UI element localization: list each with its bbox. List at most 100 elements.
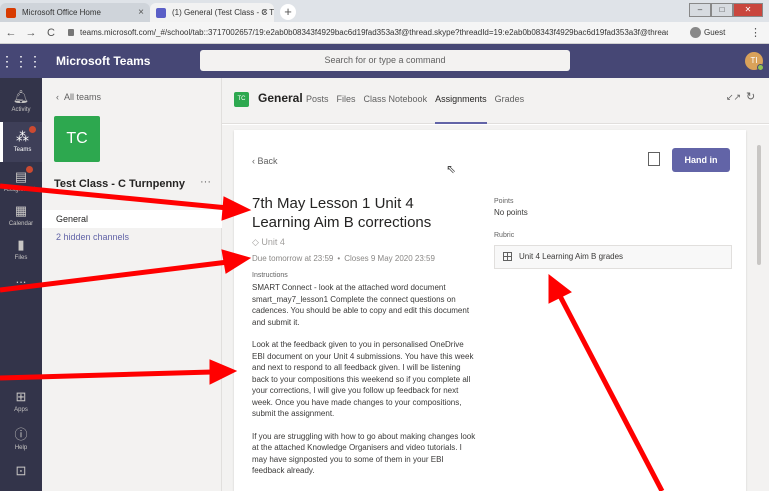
apps-icon: ⊞ (15, 389, 27, 404)
refresh-icon[interactable]: ↻ (746, 90, 755, 103)
hand-in-button[interactable]: Hand in (672, 148, 730, 172)
lock-icon (68, 29, 74, 36)
rail-item-label: Apps (14, 407, 28, 413)
profile-avatar-icon (690, 27, 701, 39)
rail-item-label: Assignments (3, 187, 39, 193)
mouse-cursor-icon: ⇖ (446, 162, 457, 176)
back-label: Back (257, 156, 278, 166)
back-arrow-icon[interactable]: ← (4, 25, 18, 41)
calendar-icon: ▦ (14, 203, 28, 218)
hidden-channels-link[interactable]: 2 hidden channels (42, 228, 222, 246)
team-more-options-icon[interactable]: ··· (200, 176, 211, 188)
due-date: Due tomorrow at 23:59 (252, 254, 334, 263)
all-teams-label: All teams (64, 92, 102, 102)
files-icon: ▮ (17, 237, 25, 252)
bell-icon: 🔔︎ (12, 89, 30, 104)
command-search-input[interactable]: Search for or type a command (200, 50, 570, 71)
instructions-paragraph: If you are struggling with how to go abo… (252, 431, 476, 476)
forward-arrow-icon[interactable]: → (24, 25, 38, 41)
chevron-left-icon: ‹ (56, 92, 64, 102)
url-text: teams.microsoft.com/_#/school/tab::37170… (80, 28, 668, 37)
rubric-link[interactable]: Unit 4 Learning Aim B grades (494, 245, 732, 269)
app-title: Microsoft Teams (56, 54, 151, 68)
browser-tab-office[interactable]: Microsoft Office Home × (0, 3, 150, 22)
rail-item-label: Files (14, 255, 28, 261)
profile-button[interactable]: Guest (690, 25, 725, 41)
teams-header: ⋮⋮⋮ Microsoft Teams Search for or type a… (0, 44, 769, 78)
browser-tabstrip: Microsoft Office Home × (1) General (Tes… (0, 0, 769, 22)
browser-tab-title: Microsoft Office Home (22, 8, 101, 17)
team-name: Test Class - C Turnpenny (54, 178, 186, 190)
notification-badge (29, 126, 36, 133)
user-initials: TI (750, 56, 758, 65)
points-label: Points (494, 198, 514, 205)
assignment-card: ‹ Back ⇖ Hand in 7th May Lesson 1 Unit 4… (234, 130, 746, 491)
maximize-button[interactable]: □ (711, 3, 733, 17)
rail-item-label: Teams (13, 147, 32, 153)
rail-item-apps[interactable]: ⊞ Apps (0, 382, 42, 422)
assignment-pane: ‹ Back ⇖ Hand in 7th May Lesson 1 Unit 4… (222, 125, 769, 491)
all-teams-link[interactable]: ‹ All teams (56, 92, 101, 102)
instructions-paragraph: Look at the feedback given to you in per… (252, 340, 474, 418)
channel-tabs: Posts Files Class Notebook Assignments G… (306, 94, 532, 124)
profile-label: Guest (704, 28, 726, 37)
browser-tab-title: (1) General (Test Class - C Turnp... (172, 8, 274, 17)
app-rail: 🔔︎ Activity ⁂ Teams ▤ Assignments ▦ Cale… (0, 78, 42, 491)
immersive-reader-icon[interactable] (648, 152, 660, 166)
scrollbar[interactable] (757, 145, 761, 265)
more-icon: ... (15, 271, 27, 286)
new-tab-button[interactable]: + (280, 4, 296, 20)
rail-item-teams[interactable]: ⁂ Teams (0, 122, 42, 162)
instructions-body: SMART Connect - look at the attached wor… (252, 282, 477, 488)
close-tab-icon[interactable]: × (262, 3, 268, 22)
waffle-icon[interactable]: ⋮⋮⋮ (0, 44, 42, 78)
team-avatar: TC (54, 116, 100, 162)
rail-item-help[interactable]: ⓘ Help (0, 420, 42, 460)
presence-status-icon (757, 64, 764, 71)
close-date: Closes 9 May 2020 23:59 (344, 254, 435, 263)
user-avatar[interactable]: TI (745, 52, 764, 71)
channel-header: TC General Posts Files Class Notebook As… (222, 78, 769, 124)
rail-item-more[interactable]: ... (0, 264, 42, 304)
browser-tab-teams[interactable]: (1) General (Test Class - C Turnp... × (150, 3, 274, 22)
rail-item-activity[interactable]: 🔔︎ Activity (0, 82, 42, 122)
url-field[interactable]: teams.microsoft.com/_#/school/tab::37170… (68, 25, 668, 41)
close-window-button[interactable]: ✕ (733, 3, 763, 17)
rubric-label: Rubric (494, 232, 515, 239)
tab-assignments[interactable]: Assignments (435, 94, 487, 124)
office-icon (6, 8, 16, 18)
tag-label: Unit 4 (261, 237, 285, 247)
tab-posts[interactable]: Posts (306, 94, 329, 124)
help-icon: ⓘ (14, 427, 28, 442)
window-controls: – □ ✕ (689, 3, 763, 17)
close-tab-icon[interactable]: × (138, 3, 144, 22)
teams-icon: ⁂ (16, 129, 29, 144)
grid-icon (503, 252, 512, 261)
instructions-heading: Instructions (252, 272, 288, 279)
expand-icon[interactable]: ↙↗ (726, 92, 741, 103)
instructions-paragraph: SMART Connect - look at the attached wor… (252, 283, 470, 327)
teams-icon (156, 8, 166, 18)
assignment-tag: ◇ Unit 4 (252, 237, 285, 248)
address-bar: ← → C teams.microsoft.com/_#/school/tab:… (0, 22, 769, 44)
team-sidebar: ‹ All teams TC Test Class - C Turnpenny … (42, 78, 222, 491)
notification-badge (26, 166, 33, 173)
rubric-name: Unit 4 Learning Aim B grades (519, 252, 624, 261)
tab-class-notebook[interactable]: Class Notebook (364, 94, 428, 124)
channel-team-icon: TC (234, 92, 249, 107)
browser-menu-icon[interactable]: ⋮ (750, 25, 761, 41)
tab-files[interactable]: Files (337, 94, 356, 124)
due-separator: • (337, 254, 341, 263)
minimize-button[interactable]: – (689, 3, 711, 17)
tag-icon: ◇ (252, 237, 262, 247)
channel-general[interactable]: General (42, 210, 222, 228)
reload-icon[interactable]: C (44, 25, 58, 41)
tab-grades[interactable]: Grades (495, 94, 525, 124)
assignment-title: 7th May Lesson 1 Unit 4 Learning Aim B c… (252, 195, 432, 231)
points-value: No points (494, 208, 528, 217)
channel-name: General (258, 91, 303, 105)
download-app-icon[interactable]: ⊡ (0, 456, 42, 491)
back-button[interactable]: ‹ Back (252, 156, 278, 166)
rail-item-label: Help (14, 445, 28, 451)
rail-item-label: Calendar (8, 221, 34, 227)
